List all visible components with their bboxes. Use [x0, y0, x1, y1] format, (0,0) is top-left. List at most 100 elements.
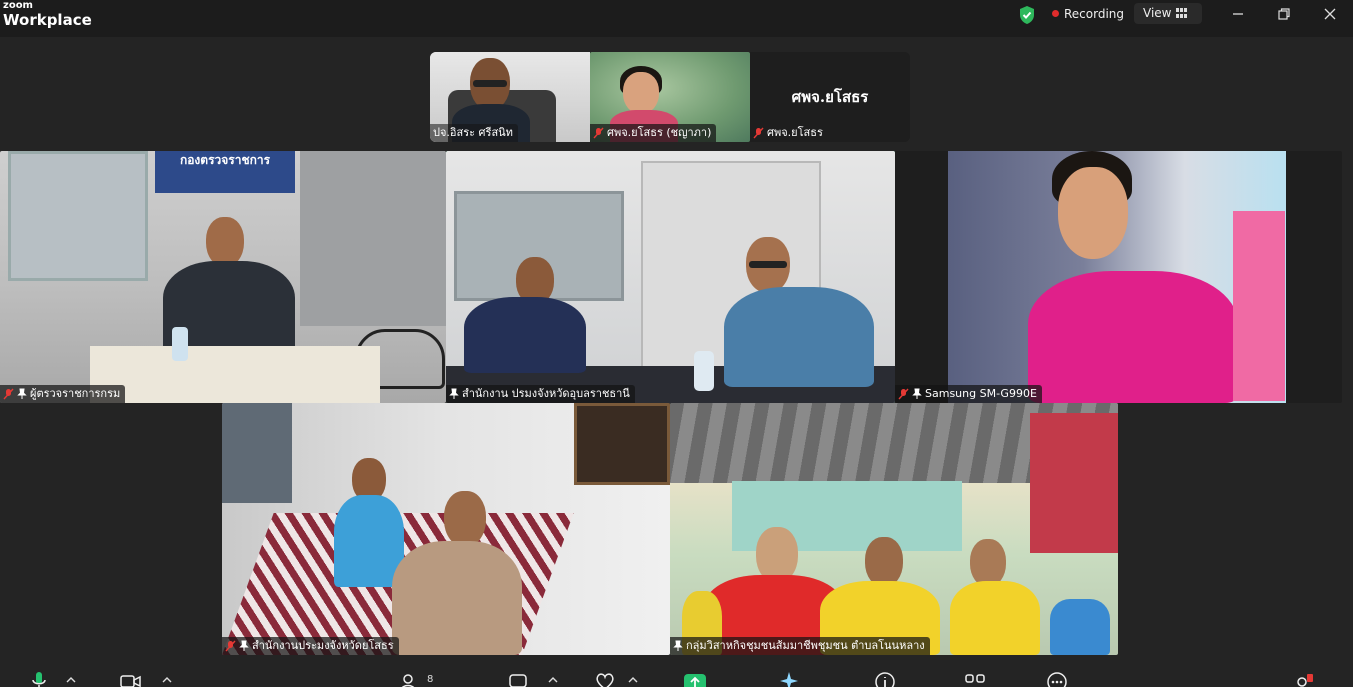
- restore-icon[interactable]: [1274, 4, 1294, 24]
- participant-face: [623, 72, 659, 114]
- video-tile-strip-3[interactable]: ศพจ.ยโสธร ศพจ.ยโสธร: [750, 52, 910, 142]
- video-tile-3[interactable]: Samsung SM-G990E: [895, 151, 1342, 403]
- video-tile-strip-1[interactable]: ปจ.อิสระ ศรีสนิท: [430, 52, 590, 142]
- recording-dot-icon: [1052, 10, 1059, 17]
- zoom-logo: zoom Workplace: [3, 1, 92, 28]
- video-feed: กองตรวจราชการ: [0, 151, 446, 403]
- wall-sign-text: กองตรวจราชการ: [179, 153, 271, 167]
- glasses: [473, 80, 507, 87]
- meeting-toolbar: 8: [0, 660, 1353, 687]
- video-camera-icon: [120, 675, 141, 687]
- shield-icon[interactable]: [1018, 5, 1036, 25]
- chevron-up-icon[interactable]: [548, 676, 558, 684]
- participant-body-3: [950, 581, 1040, 655]
- participant-face: [206, 217, 244, 267]
- camera-off-name: ศพจ.ยโสธร: [791, 88, 869, 106]
- poster-wall: [1030, 413, 1118, 553]
- wall-sign: กองตรวจราชการ: [155, 151, 295, 193]
- mic-muted-icon: [593, 127, 604, 139]
- participants-count: 8: [427, 674, 434, 685]
- pin-icon: [673, 640, 683, 651]
- video-feed: [948, 151, 1286, 403]
- participant-nametag: ปจ.อิสระ ศรีสนิท: [430, 124, 518, 142]
- view-button[interactable]: View: [1134, 3, 1202, 24]
- participant-body-1: [464, 297, 586, 373]
- blue-chair: [1050, 599, 1110, 655]
- pin-icon: [912, 388, 922, 399]
- participants-button[interactable]: [400, 670, 422, 687]
- video-stage: ปจ.อิสระ ศรีสนิท ศพจ.ยโสธร (ชญาภา) ศพจ.ย…: [0, 37, 1353, 687]
- window: [8, 151, 148, 281]
- participant-name: Samsung SM-G990E: [925, 387, 1037, 400]
- video-tile-strip-2[interactable]: ศพจ.ยโสธร (ชญาภา): [590, 52, 750, 142]
- glasses: [749, 261, 787, 268]
- video-feed: [670, 403, 1118, 655]
- close-icon[interactable]: [1320, 4, 1340, 24]
- water-bottle: [694, 351, 714, 391]
- host-tools-icon: [1297, 674, 1313, 687]
- desk-papers: [90, 346, 380, 403]
- participant-nametag: ศพจ.ยโสธร: [750, 124, 828, 142]
- minimize-icon[interactable]: [1228, 4, 1248, 24]
- participant-body: [1028, 271, 1238, 403]
- apps-icon: [965, 674, 985, 683]
- participant-name: สำนักงานประมงจังหวัดยโสธร: [252, 639, 394, 652]
- participant-name: ปจ.อิสระ ศรีสนิท: [433, 126, 513, 139]
- participant-name: สำนักงาน ปรมงจังหวัดอุบลราชธานี: [462, 387, 630, 400]
- video-button[interactable]: [120, 670, 142, 687]
- wall-board: [574, 403, 670, 485]
- participant-nametag: สำนักงาน ปรมงจังหวัดอุบลราชธานี: [446, 385, 635, 403]
- brand-bottom: Workplace: [3, 11, 92, 29]
- heart-icon: [596, 673, 614, 687]
- participant-body-2: [724, 287, 874, 387]
- video-tile-4[interactable]: สำนักงานประมงจังหวัดยโสธร: [222, 403, 670, 655]
- reactions-button[interactable]: [594, 670, 616, 687]
- video-tile-2-active-speaker[interactable]: สำนักงาน ปรมงจังหวัดอุบลราชธานี: [446, 151, 895, 403]
- ai-companion-button[interactable]: [778, 670, 800, 687]
- chevron-up-icon[interactable]: [162, 676, 172, 684]
- recording-label: Recording: [1064, 7, 1125, 21]
- mic-muted-icon: [3, 388, 14, 400]
- video-tile-5[interactable]: กลุ่มวิสาหกิจชุมชนส้มมาชีพชุมชน ตำบลโนนห…: [670, 403, 1118, 655]
- info-button[interactable]: [874, 670, 896, 687]
- participant-name: ศพจ.ยโสธร: [767, 126, 823, 139]
- wall-panel: [300, 151, 446, 326]
- video-tile-1[interactable]: กองตรวจราชการ ผู้ตรวจราชการกรม: [0, 151, 446, 403]
- gallery-grid-icon: [1176, 8, 1187, 18]
- participant-name: กลุ่มวิสาหกิจชุมชนส้มมาชีพชุมชน ตำบลโนนห…: [686, 639, 925, 652]
- brand-top: zoom: [3, 0, 33, 11]
- more-button[interactable]: [1046, 670, 1068, 687]
- view-label: View: [1143, 6, 1172, 20]
- title-bar: zoom Workplace Recording View: [0, 0, 1353, 37]
- host-tools-button[interactable]: [1292, 670, 1314, 687]
- more-icon: [1047, 672, 1067, 687]
- chevron-up-icon[interactable]: [628, 676, 638, 684]
- participant-face: [1058, 167, 1128, 259]
- chat-icon: [509, 674, 527, 687]
- participant-nametag: ผู้ตรวจราชการกรม: [0, 385, 126, 403]
- share-screen-button[interactable]: [684, 670, 706, 687]
- participant-nametag: ศพจ.ยโสธร (ชญาภา): [590, 124, 717, 142]
- pin-icon: [239, 640, 249, 651]
- participant-nametag: Samsung SM-G990E: [895, 385, 1042, 403]
- sparkle-icon: [780, 672, 798, 687]
- microphone-button[interactable]: [28, 670, 50, 687]
- info-icon: [875, 672, 895, 687]
- pink-board: [1233, 211, 1285, 401]
- water-bottle: [172, 327, 188, 361]
- participant-face-3: [970, 539, 1006, 587]
- recording-indicator[interactable]: Recording: [1052, 5, 1124, 23]
- mic-muted-icon: [225, 640, 236, 652]
- participant-face-2: [444, 491, 486, 547]
- participant-nametag: สำนักงานประมงจังหวัดยโสธร: [222, 637, 399, 655]
- participant-name: ผู้ตรวจราชการกรม: [30, 387, 121, 400]
- participant-name: ศพจ.ยโสธร (ชญาภา): [607, 126, 712, 139]
- video-feed: [446, 151, 895, 403]
- video-feed: [222, 403, 670, 655]
- participant-face-2: [865, 537, 903, 587]
- mic-muted-icon: [753, 127, 764, 139]
- chat-button[interactable]: [508, 670, 530, 687]
- mic-muted-icon: [898, 388, 909, 400]
- apps-button[interactable]: [964, 670, 986, 687]
- chevron-up-icon[interactable]: [66, 676, 76, 684]
